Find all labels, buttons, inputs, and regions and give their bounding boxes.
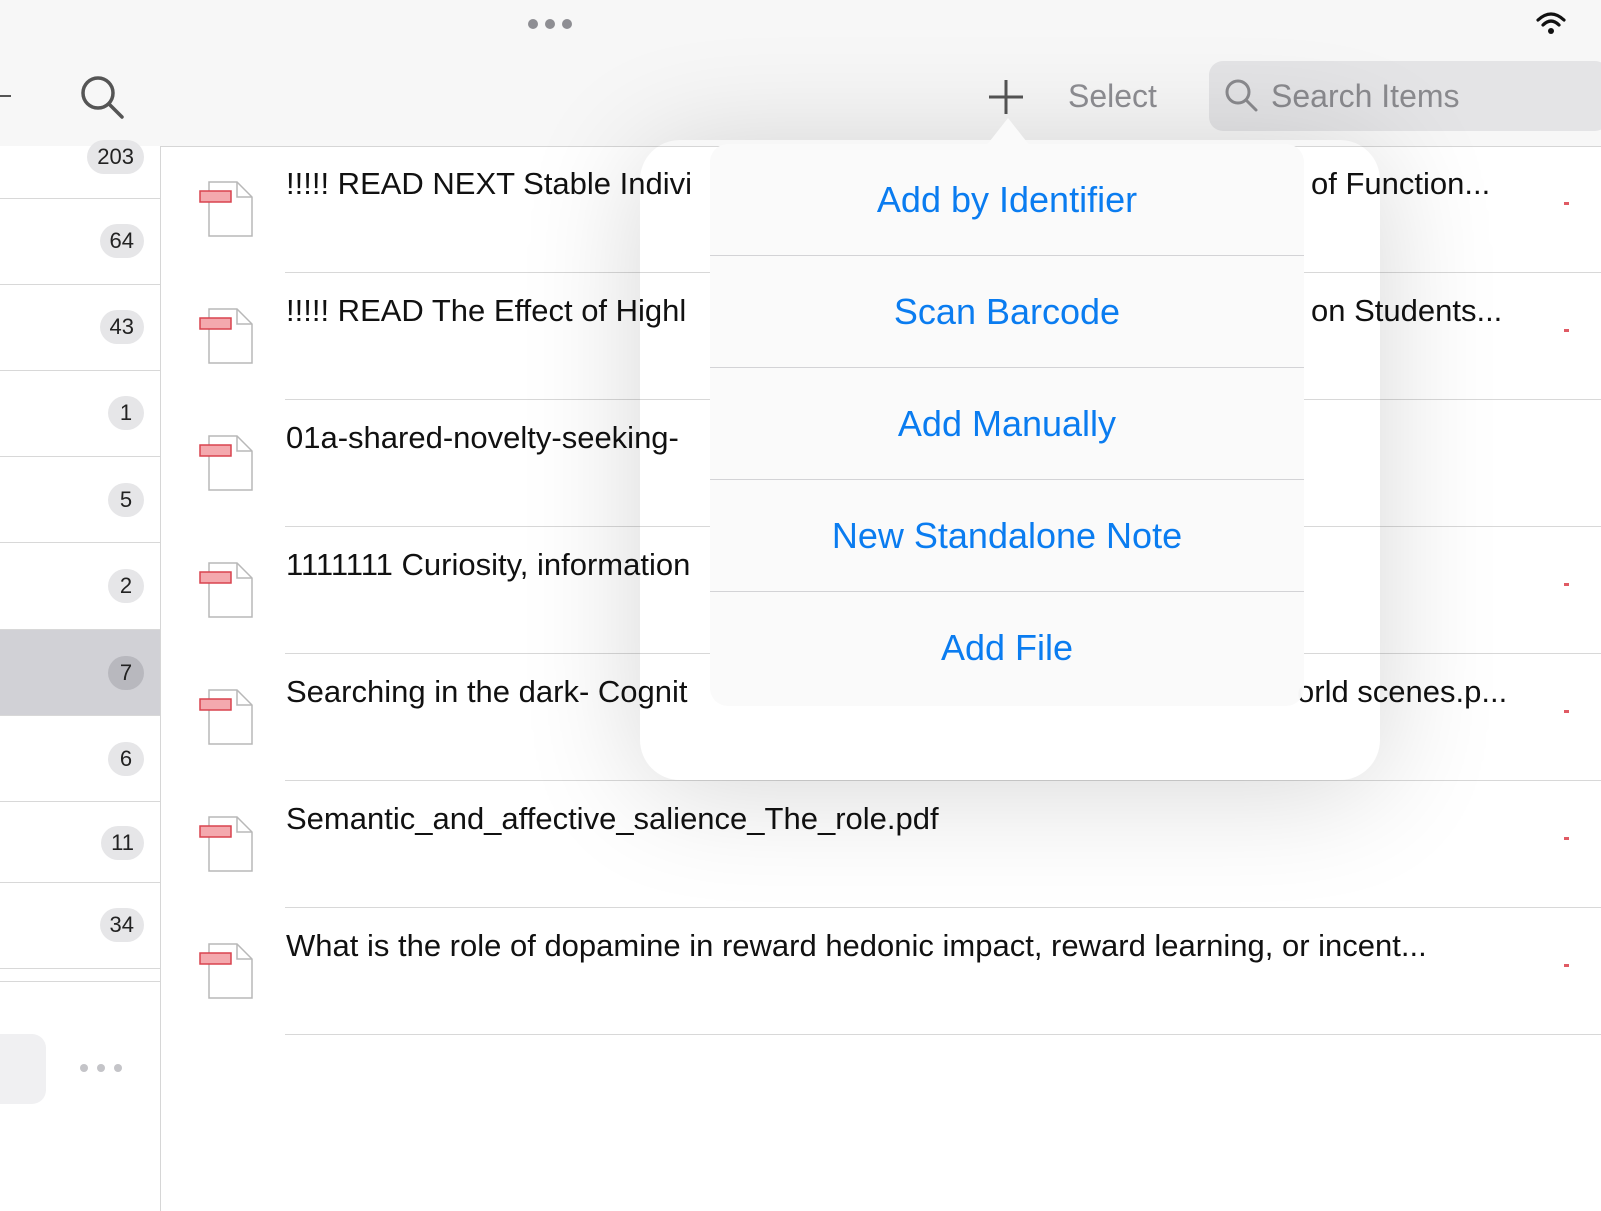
wifi-icon: [1536, 12, 1566, 34]
sidebar-back-edge[interactable]: [0, 95, 11, 97]
edge-indicator: [1564, 710, 1569, 713]
pdf-document-icon: [199, 181, 253, 237]
pdf-document-icon: [199, 308, 253, 364]
sidebar-collection-row[interactable]: 64: [0, 199, 160, 285]
pdf-document-icon: [199, 435, 253, 491]
count-badge: 6: [108, 742, 144, 776]
sidebar-collection-row[interactable]: 6: [0, 716, 160, 802]
pdf-document-icon: [199, 562, 253, 618]
item-title: !!!!! READ NEXT Stable Indivi: [286, 166, 693, 201]
item-title: 1111111 Curiosity, information: [286, 547, 691, 582]
sidebar: 203 64 43 1 5 2 7 6 11 34: [0, 0, 161, 1211]
sidebar-collection-row[interactable]: 203: [0, 140, 160, 199]
plus-icon[interactable]: [986, 77, 1026, 117]
sidebar-collection-row[interactable]: 43: [0, 285, 160, 371]
search-icon[interactable]: [78, 73, 126, 121]
sidebar-collection-row[interactable]: 5: [0, 457, 160, 543]
pdf-document-icon: [199, 689, 253, 745]
menu-item-new-standalone-note[interactable]: New Standalone Note: [710, 480, 1304, 592]
search-placeholder: Search Items: [1271, 78, 1460, 114]
item-title: !!!!! READ The Effect of Highl: [286, 293, 687, 328]
add-menu-popover: Add by Identifier Scan Barcode Add Manua…: [710, 144, 1304, 706]
menu-item-scan-barcode[interactable]: Scan Barcode: [710, 256, 1304, 368]
item-title: What is the role of dopamine in reward h…: [286, 928, 1427, 963]
sidebar-header: [0, 0, 160, 146]
row-divider: [285, 1034, 1601, 1035]
navigation-bar: Select Search Items: [160, 0, 1601, 147]
list-item[interactable]: What is the role of dopamine in reward h…: [160, 908, 1601, 1035]
count-badge: 43: [99, 310, 144, 344]
sidebar-collection-row[interactable]: 34: [0, 883, 160, 969]
menu-item-add-manually[interactable]: Add Manually: [710, 368, 1304, 480]
search-input[interactable]: Search Items: [1209, 61, 1601, 131]
edge-indicator: [1564, 583, 1569, 586]
sidebar-collection-row-selected[interactable]: 7: [0, 630, 160, 716]
count-badge: 64: [99, 224, 144, 258]
pdf-document-icon: [199, 943, 253, 999]
count-badge: 5: [108, 483, 144, 517]
sidebar-bottom-button[interactable]: [0, 1034, 46, 1104]
edge-indicator: [1564, 837, 1569, 840]
more-dots-icon[interactable]: [80, 1062, 122, 1074]
menu-item-add-file[interactable]: Add File: [710, 592, 1304, 704]
item-title: Searching in the dark- Cognit: [286, 674, 688, 709]
edge-indicator: [1564, 329, 1569, 332]
count-badge: 34: [99, 908, 144, 942]
item-title: 01a-shared-novelty-seeking-: [286, 420, 679, 455]
popover-arrow: [986, 118, 1030, 146]
pdf-document-icon: [199, 816, 253, 872]
menu-item-add-by-identifier[interactable]: Add by Identifier: [710, 144, 1304, 256]
list-item[interactable]: Semantic_and_affective_salience_The_role…: [160, 781, 1601, 908]
sidebar-section-divider: [0, 969, 160, 982]
item-title: Semantic_and_affective_salience_The_role…: [286, 801, 939, 836]
count-badge: 11: [101, 826, 144, 860]
sidebar-collection-row[interactable]: 2: [0, 543, 160, 630]
select-button[interactable]: Select: [1068, 76, 1157, 116]
count-badge: 203: [87, 140, 144, 174]
count-badge: 2: [108, 569, 144, 603]
edge-indicator: [1564, 964, 1569, 967]
sidebar-collection-row[interactable]: 1: [0, 371, 160, 457]
search-icon: [1225, 79, 1258, 112]
sidebar-collection-row[interactable]: 11: [0, 802, 160, 883]
count-badge: 7: [108, 656, 144, 690]
count-badge: 1: [108, 396, 144, 430]
more-dots-icon[interactable]: [528, 18, 572, 30]
edge-indicator: [1564, 202, 1569, 205]
